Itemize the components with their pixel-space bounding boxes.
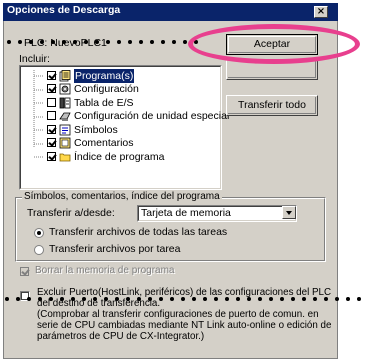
tree-item-label: Configuración de unidad especial <box>74 110 230 122</box>
transfer-label: Transferir a/desde: <box>27 207 115 219</box>
checkbox-io-table[interactable] <box>47 98 56 107</box>
transfer-all-button[interactable]: Transferir todo <box>226 95 318 116</box>
dialog-title: Opciones de Descarga <box>7 4 121 16</box>
symbols-icon <box>59 124 71 136</box>
checkbox-comments[interactable] <box>47 138 56 147</box>
screenshot-canvas: Opciones de Descarga × PLC: NuevoPLC1 Ac… <box>0 0 366 361</box>
programs-icon <box>59 70 71 82</box>
highlight-ellipse <box>188 24 360 64</box>
checkbox-programs[interactable] <box>47 71 56 80</box>
tree-item-label: Comentarios <box>74 137 134 149</box>
checkbox-settings[interactable] <box>47 84 56 93</box>
transfer-target-select[interactable]: Tarjeta de memoria <box>137 205 297 222</box>
close-icon: × <box>316 6 326 17</box>
radio-per-task-label: Transferir archivos por tarea <box>49 243 181 255</box>
tree-item-label: Programa(s) <box>74 69 135 83</box>
close-button[interactable]: × <box>314 6 328 18</box>
tree-item-label: Tabla de E/S <box>74 97 134 109</box>
radio-per-task[interactable] <box>34 245 44 255</box>
checkbox-program-index[interactable] <box>47 152 56 161</box>
clear-memory-label: Borrar la memoria de programa <box>35 265 175 276</box>
transfer-all-button-label: Transferir todo <box>238 99 306 111</box>
comments-icon <box>59 137 71 149</box>
tree-item-label: Configuración <box>74 83 139 95</box>
clear-memory-checkbox[interactable] <box>20 267 30 276</box>
exclude-ports-note: (Comprobar al transferir configuraciones… <box>37 309 332 342</box>
special-unit-icon <box>59 112 71 121</box>
include-tree[interactable]: Programa(s) Configuración Tabla de E/S C… <box>19 65 229 190</box>
radio-all-tasks-label: Transferir archivos de todas las tareas <box>49 226 228 238</box>
tree-item-label: Índice de programa <box>74 151 165 163</box>
include-label: Incluir: <box>19 53 50 65</box>
dotted-annotation-bottom <box>0 297 366 303</box>
folder-icon <box>59 153 71 162</box>
radio-all-tasks[interactable] <box>34 228 44 238</box>
tree-item-label: Símbolos <box>74 124 118 136</box>
checkbox-special-unit[interactable] <box>47 111 56 120</box>
io-table-icon <box>59 97 71 109</box>
transfer-target-value: Tarjeta de memoria <box>141 207 231 219</box>
group-box-label: Símbolos, comentarios, índice del progra… <box>22 191 222 202</box>
settings-icon <box>59 83 71 95</box>
checkbox-symbols[interactable] <box>47 125 56 134</box>
chevron-down-icon[interactable] <box>282 206 296 219</box>
